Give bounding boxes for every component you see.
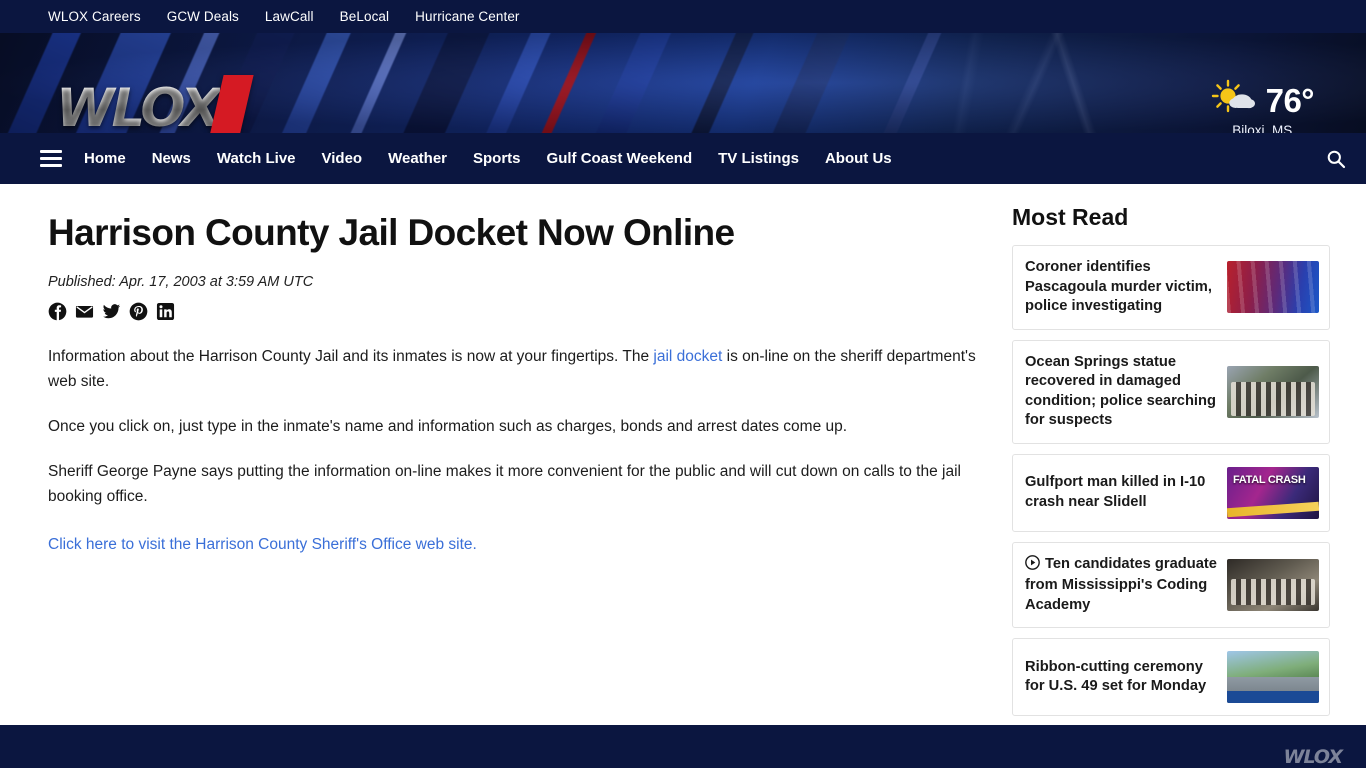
weather-temperature: 76° xyxy=(1265,81,1315,119)
statue-thumbnail xyxy=(1227,365,1319,418)
linkedin-icon[interactable] xyxy=(156,302,175,321)
most-read-item[interactable]: Coroner identifies Pascagoula murder vic… xyxy=(1012,245,1330,330)
utility-link-lawcall[interactable]: LawCall xyxy=(265,9,314,24)
nav-item-weather[interactable]: Weather xyxy=(388,150,447,167)
weather-widget[interactable]: 76° Biloxi, MS xyxy=(1211,79,1315,133)
most-read-item[interactable]: Ten candidates graduate from Mississippi… xyxy=(1012,541,1330,629)
nav-item-sports[interactable]: Sports xyxy=(473,150,521,167)
highway-thumbnail xyxy=(1227,651,1319,704)
site-footer: WLOX xyxy=(0,725,1366,768)
article-paragraph-3: Sheriff George Payne says putting the in… xyxy=(48,463,961,505)
hamburger-menu-icon[interactable] xyxy=(40,150,62,167)
most-read-item-title: Ribbon-cutting ceremony for U.S. 49 set … xyxy=(1025,658,1207,695)
most-read-sidebar: Most Read Coroner identifies Pascagoula … xyxy=(1012,184,1330,725)
nav-item-news[interactable]: News xyxy=(152,150,191,167)
article-column: Harrison County Jail Docket Now Online P… xyxy=(48,184,1000,725)
most-read-item-title-text: Ten candidates graduate from Mississippi… xyxy=(1025,555,1217,613)
nav-item-about-us[interactable]: About Us xyxy=(825,150,892,167)
fatal-crash-thumbnail: FATAL CRASH xyxy=(1227,466,1319,519)
article-closing-link-paragraph: Click here to visit the Harrison County … xyxy=(48,533,1000,557)
twitter-icon[interactable] xyxy=(102,302,121,321)
main-nav-links: Home News Watch Live Video Weather Sport… xyxy=(84,150,892,167)
page-title: Harrison County Jail Docket Now Online xyxy=(48,212,735,253)
nav-item-watch-live[interactable]: Watch Live xyxy=(217,150,296,167)
wlox-logo[interactable]: WLOX xyxy=(56,75,254,134)
sheriffs-office-website-link[interactable]: Click here to visit the Harrison County … xyxy=(48,536,477,553)
most-read-heading: Most Read xyxy=(1012,204,1129,230)
jail-docket-link[interactable]: jail docket xyxy=(653,348,722,365)
nav-item-tv-listings[interactable]: TV Listings xyxy=(718,150,799,167)
masthead-banner: WLOX 76° Biloxi, MS xyxy=(0,33,1366,133)
weather-location: Biloxi, MS xyxy=(1232,123,1293,133)
social-share-row xyxy=(48,302,1000,322)
graduates-thumbnail xyxy=(1227,559,1319,612)
fatal-crash-thumbnail-text: FATAL CRASH xyxy=(1233,473,1306,486)
utility-link-wlox-careers[interactable]: WLOX Careers xyxy=(48,9,141,24)
most-read-item-title: Ten candidates graduate from Mississippi… xyxy=(1025,554,1219,616)
search-icon[interactable] xyxy=(1326,149,1346,169)
article-byline: Published: Apr. 17, 2003 at 3:59 AM UTC xyxy=(48,274,314,291)
utility-link-gcw-deals[interactable]: GCW Deals xyxy=(167,9,239,24)
wlox-logo-text: WLOX xyxy=(56,77,221,134)
nav-item-video[interactable]: Video xyxy=(322,150,363,167)
utility-link-belocal[interactable]: BeLocal xyxy=(340,9,390,24)
nav-item-gulf-coast-weekend[interactable]: Gulf Coast Weekend xyxy=(547,150,693,167)
pinterest-icon[interactable] xyxy=(129,302,148,321)
paragraph-1-text-before: Information about the Harrison County Ja… xyxy=(48,348,654,366)
footer-wlox-logo: WLOX xyxy=(1283,746,1343,768)
most-read-item[interactable]: Ribbon-cutting ceremony for U.S. 49 set … xyxy=(1012,638,1330,717)
most-read-item-title: Coroner identifies Pascagoula murder vic… xyxy=(1025,259,1212,315)
police-lights-thumbnail xyxy=(1227,261,1319,314)
article-paragraph-2: Once you click on, just type in the inma… xyxy=(48,418,848,436)
facebook-icon[interactable] xyxy=(48,302,67,322)
utility-nav-bar: WLOX Careers GCW Deals LawCall BeLocal H… xyxy=(0,0,1366,33)
most-read-item[interactable]: Gulfport man killed in I-10 crash near S… xyxy=(1012,453,1330,532)
utility-link-hurricane-center[interactable]: Hurricane Center xyxy=(415,9,519,24)
nav-item-home[interactable]: Home xyxy=(84,150,126,167)
main-navigation-bar: Home News Watch Live Video Weather Sport… xyxy=(0,133,1366,184)
article-paragraph-1: Information about the Harrison County Ja… xyxy=(48,345,978,394)
video-play-icon xyxy=(1025,554,1040,577)
most-read-item-title: Ocean Springs statue recovered in damage… xyxy=(1025,353,1216,429)
sun-behind-cloud-icon xyxy=(1211,79,1257,122)
most-read-item-title: Gulfport man killed in I-10 crash near S… xyxy=(1025,474,1206,510)
most-read-item[interactable]: Ocean Springs statue recovered in damage… xyxy=(1012,339,1330,444)
page-content: Harrison County Jail Docket Now Online P… xyxy=(0,184,1366,725)
email-icon[interactable] xyxy=(75,302,94,321)
